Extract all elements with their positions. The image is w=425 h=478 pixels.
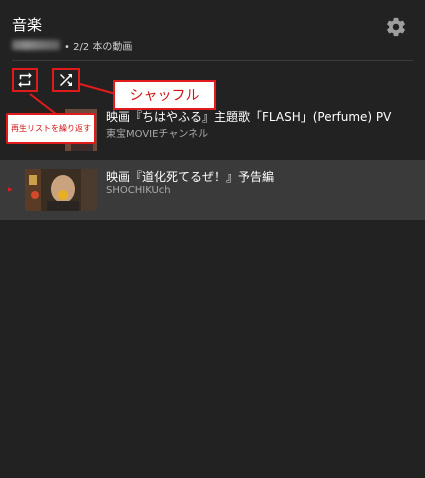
shuffle-callout: シャッフル (113, 80, 216, 110)
header-divider (12, 60, 413, 61)
loop-playlist-button[interactable] (12, 68, 38, 92)
now-playing-indicator: ▶ (8, 186, 13, 193)
video-thumbnail[interactable] (25, 169, 97, 211)
shuffle-callout-label: シャッフル (129, 88, 200, 104)
repeat-icon (18, 72, 32, 88)
channel-name: SHOCHIKUch (106, 185, 171, 196)
channel-name: 東宝MOVIEチャンネル (106, 129, 209, 140)
playlist-meta: • 2/2 本の動画 (12, 38, 133, 53)
gear-icon[interactable] (385, 16, 407, 38)
list-item[interactable]: ▶ 映画『道化死てるぜ！』予告編 SHOCHIKUch (0, 160, 425, 220)
shuffle-icon (60, 74, 72, 86)
shuffle-button[interactable] (52, 68, 80, 92)
video-title[interactable]: 映画『ちはやふる』主題歌「FLASH」(Perfume) PV (106, 108, 391, 125)
loop-callout-label: 再生リストを繰り返す (11, 124, 91, 133)
video-count: • 2/2 本の動画 (64, 41, 133, 53)
playlist-title[interactable]: 音楽 (12, 14, 42, 35)
video-title[interactable]: 映画『道化死てるぜ！』予告編 (106, 168, 274, 185)
playlist-header: 音楽 • 2/2 本の動画 (0, 0, 425, 62)
shuffle-callout-pointer (79, 83, 117, 95)
loop-callout: 再生リストを繰り返す (6, 113, 96, 144)
owner-name-blurred (12, 40, 60, 50)
